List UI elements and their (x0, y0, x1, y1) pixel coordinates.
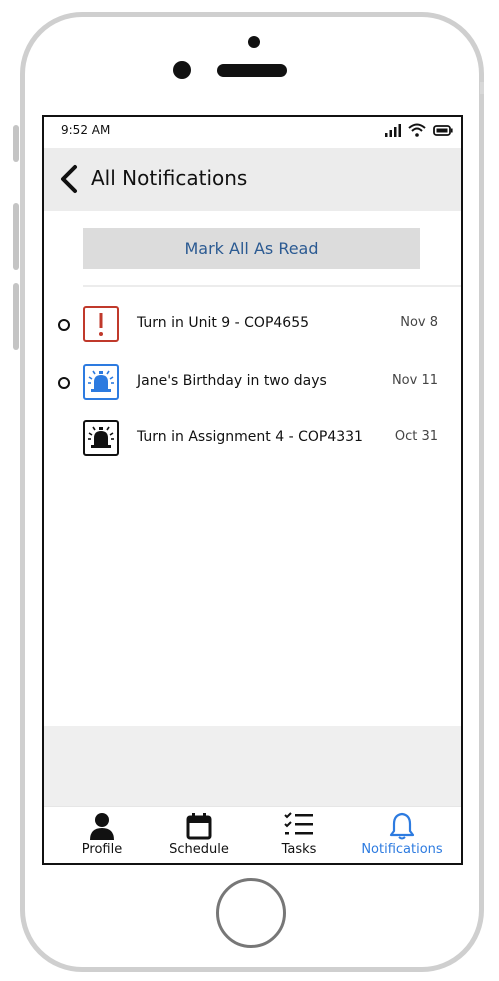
unread-dot (58, 377, 70, 389)
speaker-grille (217, 64, 287, 77)
tab-notifications[interactable]: Notifications (356, 807, 448, 863)
notification-date: Oct 31 (394, 429, 438, 444)
tab-bar: Profile Schedule Tasks Notifications (44, 806, 461, 863)
status-icons (385, 123, 453, 137)
notification-item[interactable]: Jane's Birthday in two days Nov 11 (44, 363, 461, 403)
alarm-bell-icon (83, 364, 119, 400)
notification-date: Nov 11 (391, 373, 438, 388)
back-arrow-icon[interactable] (58, 164, 80, 194)
unread-dot (58, 319, 70, 331)
notification-date: Nov 8 (400, 315, 438, 330)
bell-icon (389, 812, 415, 840)
tab-label: Notifications (361, 842, 443, 857)
frame-edge-mark (480, 82, 484, 94)
alarm-bell-icon (83, 420, 119, 456)
tab-profile[interactable]: Profile (62, 807, 142, 863)
header: All Notifications (44, 148, 461, 211)
screen: 9:52 AM All Notifications Mark All As Re… (42, 115, 463, 865)
signal-icon (385, 123, 401, 137)
side-button-volume-up (13, 203, 19, 270)
battery-icon (433, 124, 453, 136)
tab-label: Profile (81, 842, 123, 857)
tab-schedule[interactable]: Schedule (159, 807, 239, 863)
notification-item[interactable]: Turn in Unit 9 - COP4655 Nov 8 (44, 305, 461, 345)
status-bar: 9:52 AM (44, 117, 461, 148)
status-time: 9:52 AM (61, 123, 111, 137)
notification-text: Turn in Assignment 4 - COP4331 (137, 429, 363, 445)
mark-all-read-button[interactable]: Mark All As Read (83, 228, 420, 269)
side-button-volume-down (13, 283, 19, 350)
person-icon (90, 813, 114, 840)
exclamation-icon (83, 306, 119, 342)
divider (83, 285, 461, 287)
notification-text: Turn in Unit 9 - COP4655 (137, 315, 310, 331)
tab-tasks[interactable]: Tasks (259, 807, 339, 863)
home-button[interactable] (216, 878, 286, 948)
wifi-icon (408, 123, 426, 137)
checklist-icon (284, 812, 313, 835)
side-button-mute (13, 125, 19, 162)
page-title: All Notifications (91, 166, 248, 190)
tab-label: Tasks (281, 842, 317, 857)
front-camera (173, 61, 191, 79)
footer-area (44, 726, 461, 806)
notification-item[interactable]: Turn in Assignment 4 - COP4331 Oct 31 (44, 419, 461, 459)
calendar-icon (186, 813, 212, 840)
notification-text: Jane's Birthday in two days (137, 373, 327, 389)
tab-label: Schedule (169, 842, 229, 857)
camera-dot (248, 36, 260, 48)
